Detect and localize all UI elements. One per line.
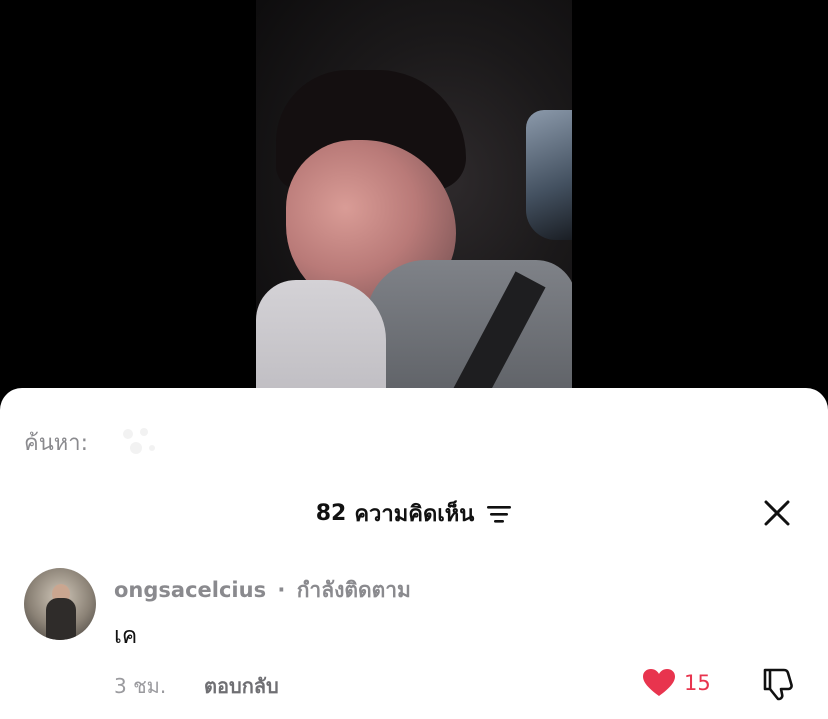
comments-sheet: ค้นหา: 82 ความคิดเห็น ongsacelcius · กำล… <box>0 388 828 719</box>
close-icon[interactable] <box>762 498 792 528</box>
thumbs-down-icon[interactable] <box>760 666 796 702</box>
comments-header: 82 ความคิดเห็น <box>0 496 828 531</box>
filter-icon[interactable] <box>486 503 512 525</box>
meta-separator: · <box>277 578 286 602</box>
avatar[interactable] <box>24 568 96 640</box>
search-suggestion[interactable]: ค้นหา: <box>24 424 158 460</box>
comments-title: ความคิดเห็น <box>354 502 475 527</box>
screen: ค้นหา: 82 ความคิดเห็น ongsacelcius · กำล… <box>0 0 828 719</box>
heart-icon <box>643 669 675 696</box>
search-label: ค้นหา: <box>24 430 89 456</box>
car-window <box>526 110 572 240</box>
video-hand <box>256 280 386 400</box>
follow-status: กำลังติดตาม <box>296 578 411 602</box>
sparkle-icon <box>123 428 156 454</box>
comment-time: 3 ชม. <box>114 674 167 698</box>
like-button[interactable]: 15 <box>642 668 711 698</box>
avatar-body <box>46 598 76 640</box>
comment-actions: 3 ชม. ตอบกลับ 15 <box>114 666 804 702</box>
video-player[interactable] <box>256 0 572 400</box>
comment-username[interactable]: ongsacelcius <box>114 578 266 602</box>
like-count: 15 <box>684 671 711 695</box>
comment-count: 82 <box>315 501 347 526</box>
reply-button[interactable]: ตอบกลับ <box>204 670 279 702</box>
comment-item: ongsacelcius · กำลังติดตาม เค 3 ชม. ตอบก… <box>24 568 804 708</box>
comment-text: เค <box>114 623 138 649</box>
comment-meta: ongsacelcius · กำลังติดตาม <box>114 574 411 607</box>
